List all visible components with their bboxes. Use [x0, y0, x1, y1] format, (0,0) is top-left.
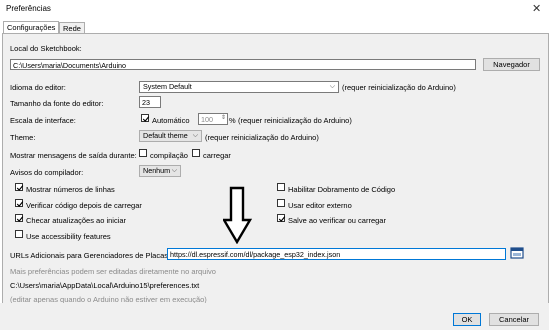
chevron-down-icon: ⌵ — [329, 83, 335, 90]
boards-url-input[interactable]: https://dl.espressif.com/dl/package_esp3… — [167, 248, 506, 260]
accessibility-label: Use accessibility features — [26, 232, 111, 241]
warnings-select[interactable]: Nenhum ⌵ — [139, 165, 181, 177]
verbose-compile-checkbox[interactable] — [139, 149, 147, 157]
show-line-numbers-label: Mostrar números de linhas — [26, 185, 115, 194]
sketchbook-path-input[interactable]: C:\Users\maria\Documents\Arduino — [10, 59, 476, 70]
checkmark-icon — [16, 201, 24, 207]
close-icon[interactable]: ✕ — [532, 2, 541, 15]
window-icon[interactable] — [510, 247, 524, 259]
code-folding-label: Habilitar Dobramento de Código — [288, 185, 396, 194]
external-editor-checkbox[interactable] — [277, 199, 285, 207]
scale-input[interactable]: 100 ⇕ — [198, 113, 228, 125]
theme-note: (requer reinicialização do Arduino) — [205, 133, 319, 142]
scale-note: (requer reinicialização do Arduino) — [238, 116, 352, 125]
ok-button[interactable]: OK — [453, 313, 481, 326]
warnings-value: Nenhum — [143, 166, 171, 175]
checkmark-icon — [142, 116, 150, 122]
accessibility-checkbox[interactable] — [15, 230, 23, 238]
verbose-label: Mostrar mensagens de saída durante: — [10, 151, 137, 160]
code-folding-checkbox[interactable] — [277, 183, 285, 191]
theme-value: Default theme — [143, 131, 188, 140]
scale-auto-checkbox[interactable] — [141, 114, 150, 122]
verify-after-upload-checkbox[interactable] — [15, 199, 24, 207]
show-line-numbers-checkbox[interactable] — [15, 183, 24, 191]
prefs-path-text: C:\Users\maria\AppData\Local\Arduino15\p… — [10, 281, 200, 290]
verbose-upload-checkbox[interactable] — [192, 149, 200, 157]
scale-value: 100 — [201, 115, 213, 124]
language-select[interactable]: System Default ⌵ — [139, 81, 339, 93]
scale-auto-label: Automático — [152, 116, 190, 125]
cancel-button[interactable]: Cancelar — [489, 313, 539, 326]
boards-url-label: URLs Adicionais para Gerenciadores de Pl… — [10, 251, 171, 260]
down-arrow-icon — [223, 186, 253, 244]
settings-panel — [2, 33, 549, 305]
scale-label: Escala de interface: — [10, 116, 76, 125]
browse-button[interactable]: Navegador — [483, 58, 540, 71]
more-prefs-text: Mais preferências podem ser editadas dir… — [10, 267, 216, 276]
fontsize-label: Tamanho da fonte do editor: — [10, 99, 104, 108]
theme-label: Theme: — [10, 133, 36, 142]
verify-after-upload-label: Verificar código depois de carregar — [26, 201, 142, 210]
check-updates-label: Checar atualizações ao iniciar — [26, 216, 127, 225]
verbose-upload-label: carregar — [203, 151, 231, 160]
language-note: (requer reinicialização do Arduino) — [342, 83, 456, 92]
spinner-icon[interactable]: ⇕ — [221, 113, 226, 124]
theme-select[interactable]: Default theme ⌵ — [139, 130, 202, 142]
sketchbook-label: Local do Sketchbook: — [10, 44, 82, 53]
fontsize-input[interactable]: 23 — [139, 96, 161, 108]
verbose-compile-label: compilação — [150, 151, 188, 160]
warnings-label: Avisos do compilador: — [10, 168, 84, 177]
checkmark-icon — [16, 216, 24, 222]
save-on-verify-checkbox[interactable] — [277, 214, 286, 222]
external-editor-label: Usar editor externo — [288, 201, 352, 210]
checkmark-icon — [278, 216, 286, 222]
check-updates-checkbox[interactable] — [15, 214, 24, 222]
scale-unit: % — [229, 116, 236, 125]
checkmark-icon — [16, 185, 24, 191]
chevron-down-icon: ⌵ — [171, 167, 177, 174]
chevron-down-icon: ⌵ — [192, 132, 198, 139]
title-bar — [0, 0, 549, 17]
language-label: Idioma do editor: — [10, 83, 66, 92]
language-value: System Default — [143, 82, 192, 91]
window-title: Preferências — [6, 4, 51, 13]
save-on-verify-label: Salve ao verificar ou carregar — [288, 216, 386, 225]
